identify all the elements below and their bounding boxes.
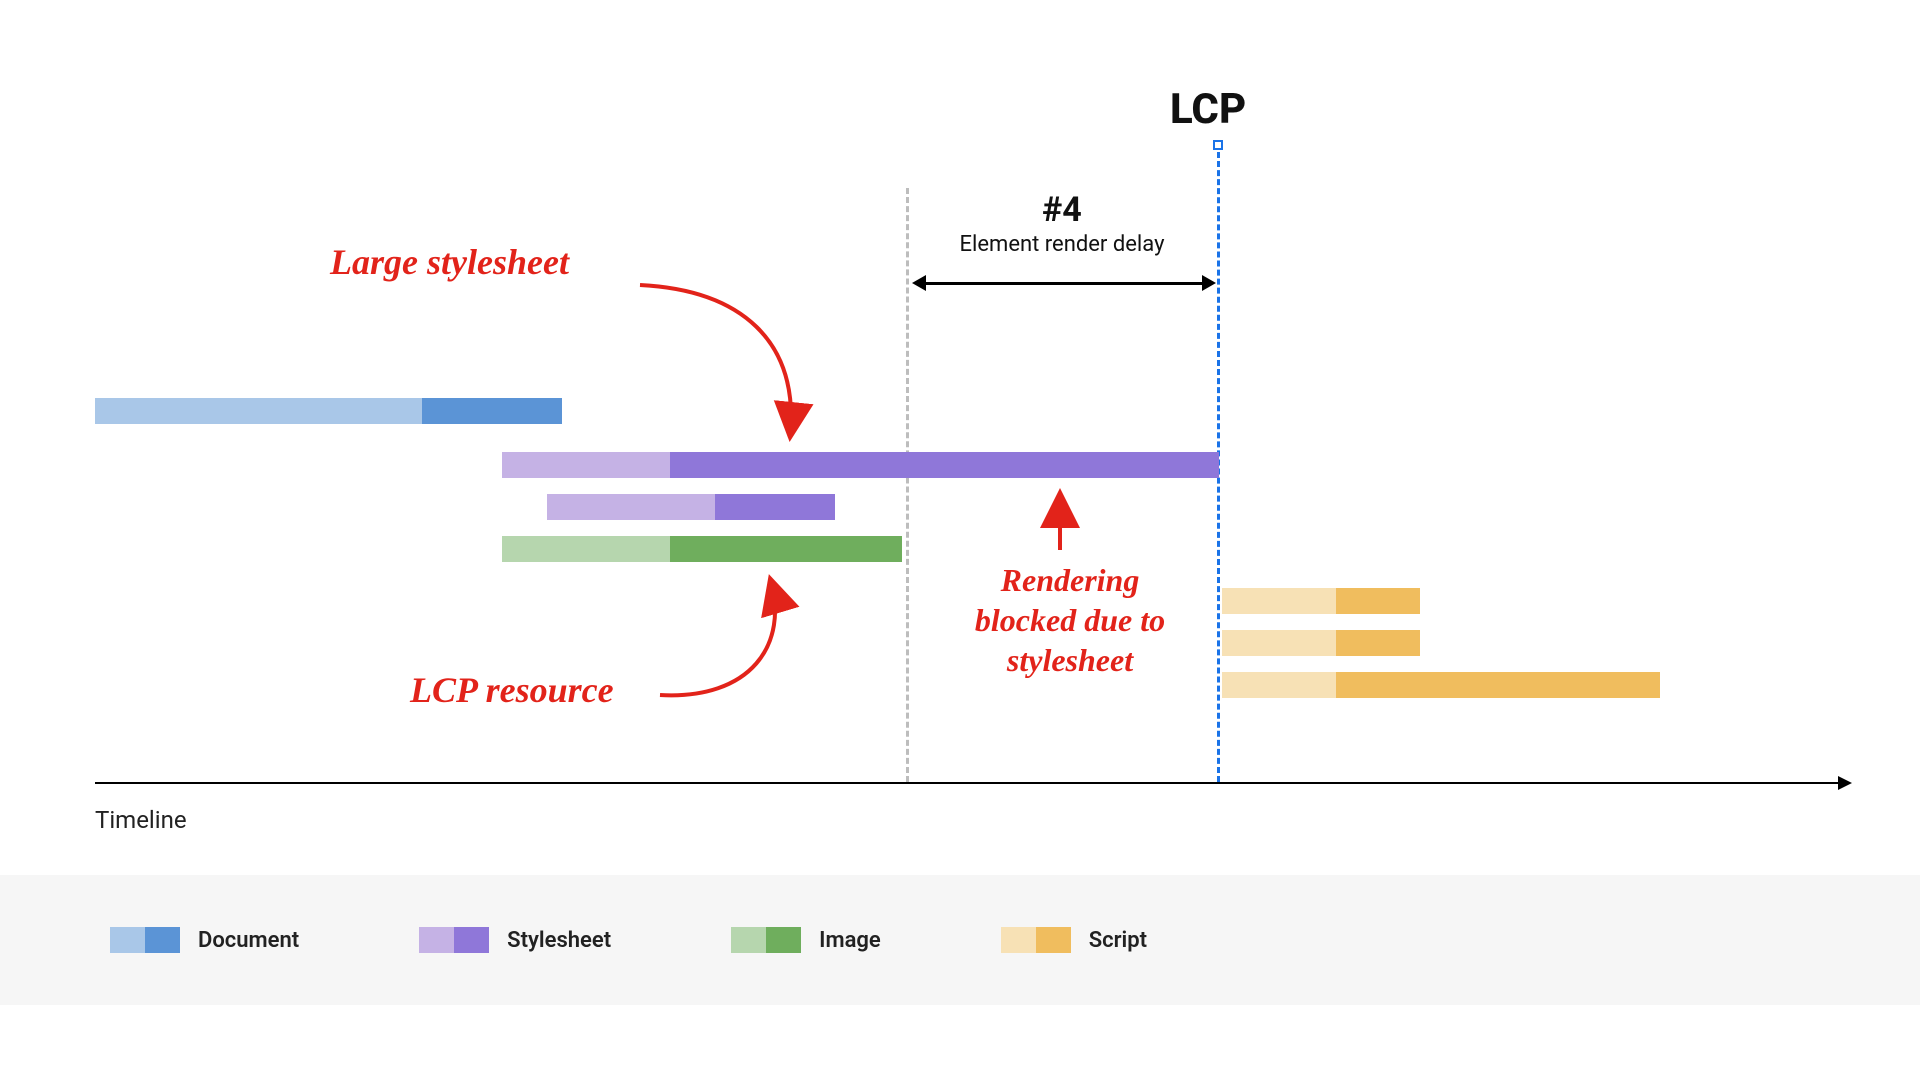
legend: Document Stylesheet Image Script: [0, 875, 1920, 1005]
legend-item-script: Script: [1001, 927, 1147, 953]
legend-label: Script: [1089, 928, 1147, 953]
lcp-marker-icon: [1213, 140, 1223, 150]
annotation-lcp-resource: LCP resource: [410, 668, 614, 713]
legend-label: Image: [819, 928, 881, 953]
swatch-image: [731, 927, 801, 953]
legend-item-stylesheet: Stylesheet: [419, 927, 611, 953]
legend-item-document: Document: [110, 927, 299, 953]
lcp-title: LCP: [1170, 85, 1246, 134]
bar-image-lcp: [502, 536, 902, 562]
swatch-script: [1001, 927, 1071, 953]
bar-document: [95, 398, 562, 424]
section4-title: #4: [906, 190, 1218, 230]
measure-line: [924, 282, 1206, 285]
swatch-document: [110, 927, 180, 953]
annotation-large-stylesheet: Large stylesheet: [330, 240, 569, 285]
section4-subtitle: Element render delay: [906, 232, 1218, 257]
bar-stylesheet-small: [547, 494, 835, 520]
timeline-axis-label: Timeline: [95, 806, 187, 834]
bar-script-1: [1222, 588, 1420, 614]
bar-stylesheet-large: [502, 452, 1219, 478]
legend-item-image: Image: [731, 927, 881, 953]
bar-script-2: [1222, 630, 1420, 656]
timeline-axis-line: [95, 782, 1840, 784]
measure-arrow-right-icon: [1202, 275, 1216, 291]
swatch-stylesheet: [419, 927, 489, 953]
bar-script-3: [1222, 672, 1660, 698]
legend-label: Document: [198, 928, 299, 953]
diagram-canvas: LCP #4 Element render delay L: [0, 0, 1920, 1080]
render-delay-start-line: [906, 188, 909, 782]
timeline-arrow-icon: [1838, 776, 1852, 790]
legend-label: Stylesheet: [507, 928, 611, 953]
annotation-rendering-blocked: Rendering blocked due to stylesheet: [940, 560, 1200, 680]
